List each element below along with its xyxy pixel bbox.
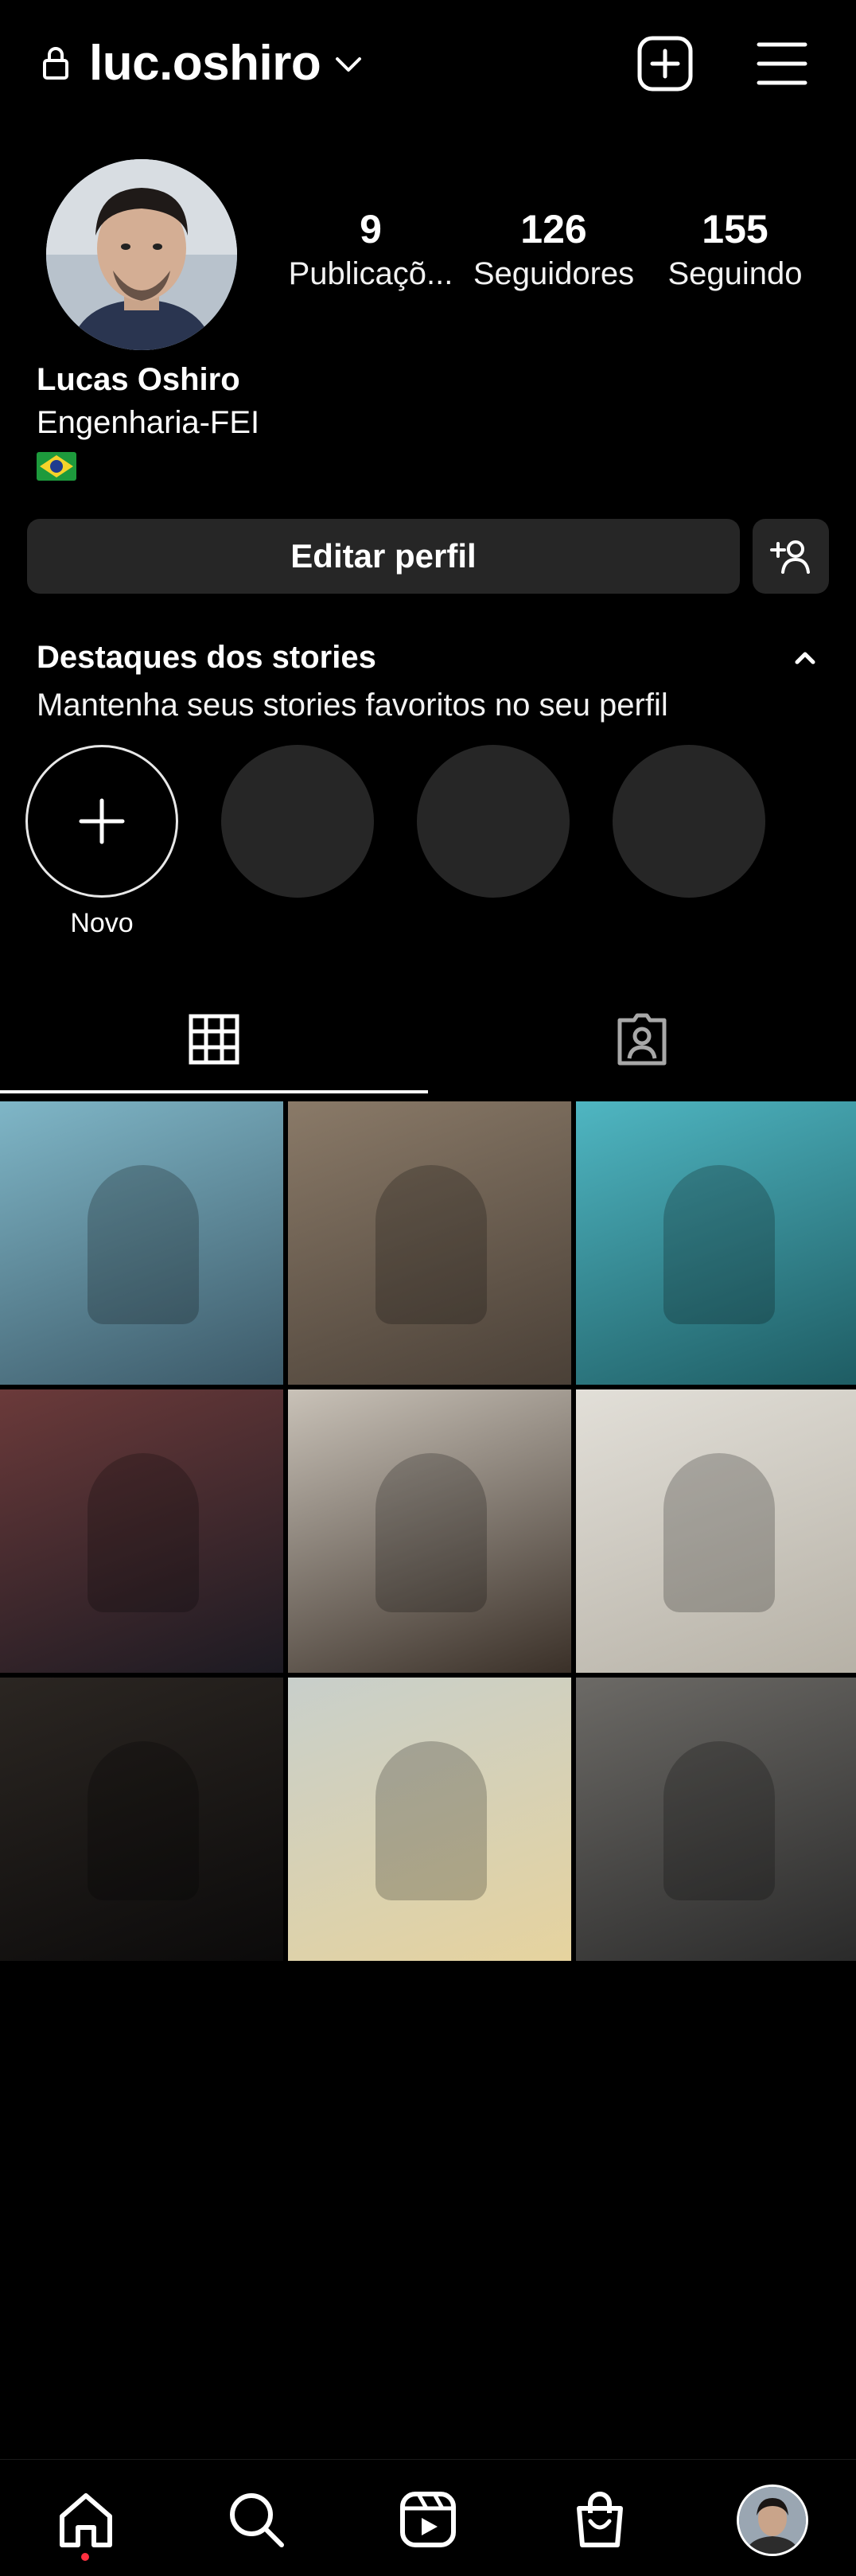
post-figure xyxy=(88,1453,199,1612)
post-figure xyxy=(375,1453,487,1612)
post-thumbnail-night-selfie[interactable] xyxy=(0,1678,283,1961)
new-highlight-label: Novo xyxy=(70,908,134,938)
lock-icon xyxy=(43,47,68,80)
highlight-placeholder xyxy=(613,745,765,898)
highlights-title: Destaques dos stories xyxy=(37,640,376,675)
highlights-subtitle: Mantenha seus stories favoritos no seu p… xyxy=(37,688,668,723)
post-thumbnail-group-party[interactable] xyxy=(0,1389,283,1673)
discover-people-button[interactable] xyxy=(753,519,829,594)
brazil-flag-icon xyxy=(37,452,76,481)
chevron-down-icon[interactable] xyxy=(333,48,364,80)
posts-count-value: 9 xyxy=(360,207,382,251)
tagged-person-icon xyxy=(617,1013,667,1066)
nav-shop[interactable] xyxy=(566,2486,633,2553)
shopping-bag-icon xyxy=(577,2492,623,2547)
post-figure xyxy=(663,1165,775,1324)
hamburger-menu-icon[interactable] xyxy=(756,40,808,88)
tab-posts-grid[interactable] xyxy=(0,985,428,1093)
post-thumbnail-graffiti-sketch[interactable] xyxy=(576,1389,856,1673)
nav-home[interactable] xyxy=(53,2486,119,2553)
nav-search[interactable] xyxy=(223,2486,290,2553)
post-thumbnail-pool-railing[interactable] xyxy=(576,1101,856,1385)
username[interactable]: luc.oshiro xyxy=(89,32,321,95)
post-thumbnail-selfie-beach-sunglasses[interactable] xyxy=(0,1101,283,1385)
tab-tagged[interactable] xyxy=(428,985,856,1093)
search-icon xyxy=(230,2493,284,2547)
home-icon xyxy=(60,2493,112,2547)
post-figure xyxy=(375,1165,487,1324)
edit-profile-button[interactable]: Editar perfil xyxy=(27,519,740,594)
active-tab-indicator xyxy=(0,1090,428,1093)
nav-reels[interactable] xyxy=(395,2486,461,2553)
post-figure xyxy=(88,1165,199,1324)
post-thumbnail-indoor-selfie[interactable] xyxy=(576,1678,856,1961)
following-count[interactable]: 155 Seguindo xyxy=(640,205,831,294)
following-count-value: 155 xyxy=(702,207,768,251)
posts-count[interactable]: 9 Publicaçõ... xyxy=(275,205,466,294)
nav-profile-avatar[interactable] xyxy=(737,2484,808,2556)
followers-count-value: 126 xyxy=(520,207,587,251)
followers-count-label: Seguidores xyxy=(473,256,635,291)
highlight-placeholder xyxy=(221,745,374,898)
followers-count[interactable]: 126 Seguidores xyxy=(458,205,649,294)
post-figure xyxy=(663,1741,775,1900)
highlight-placeholder xyxy=(417,745,570,898)
chevron-up-icon[interactable] xyxy=(789,641,821,673)
post-figure xyxy=(663,1453,775,1612)
post-figure xyxy=(375,1741,487,1900)
new-highlight-button[interactable] xyxy=(25,745,178,898)
plus-icon xyxy=(79,798,125,844)
full-name: Lucas Oshiro xyxy=(37,362,240,397)
home-notification-dot xyxy=(81,2553,89,2561)
reels-icon xyxy=(400,2492,456,2547)
plus-square-icon[interactable] xyxy=(636,35,694,92)
bio-text: Engenharia-FEI xyxy=(37,405,260,440)
following-count-label: Seguindo xyxy=(667,256,803,291)
post-thumbnail-beach-sitting[interactable] xyxy=(288,1678,571,1961)
posts-count-label: Publicaçõ... xyxy=(288,256,453,291)
post-thumbnail-mirror-selfie[interactable] xyxy=(288,1389,571,1673)
grid-icon xyxy=(189,1014,239,1065)
post-thumbnail-sitting-on-rocks[interactable] xyxy=(288,1101,571,1385)
profile-avatar[interactable] xyxy=(46,159,237,350)
add-person-icon xyxy=(770,540,810,574)
post-figure xyxy=(88,1741,199,1900)
top-bar: luc.oshiro xyxy=(0,0,856,127)
